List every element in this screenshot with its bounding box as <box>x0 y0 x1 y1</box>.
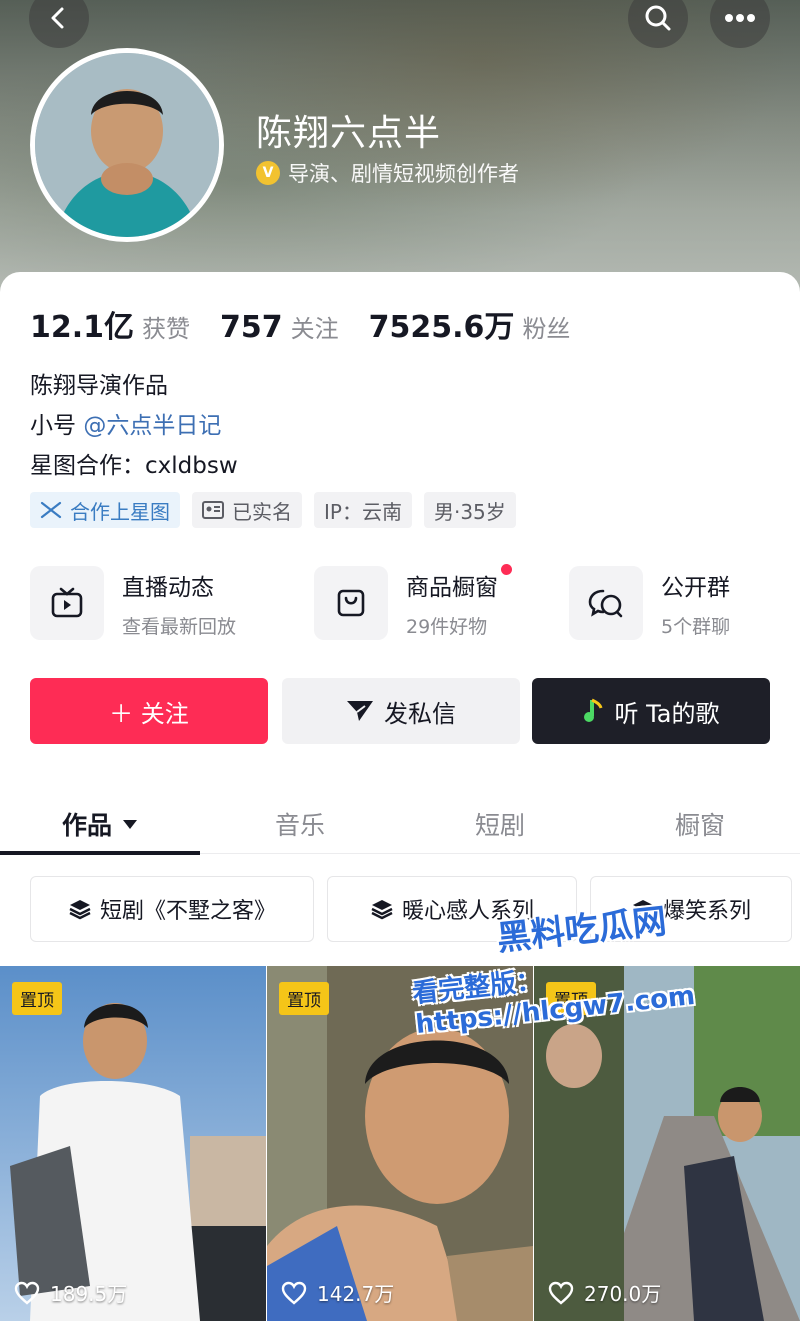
bio-line: 陈翔导演作品 <box>30 373 168 399</box>
tab-label: 短剧 <box>474 811 525 840</box>
feature-text: 直播动态 查看最新回放 <box>122 568 236 639</box>
collection-chip[interactable]: 短剧《不墅之客》 <box>30 876 314 942</box>
feature-title-text: 商品橱窗 <box>406 574 498 601</box>
video-grid: 置顶 189.5万 置顶 142.7万 置顶 270.0万 <box>0 966 800 1321</box>
tv-icon <box>51 587 83 618</box>
feature-subtitle: 29件好物 <box>406 615 488 638</box>
feature-title: 公开群 <box>661 574 730 601</box>
bio-line: 小号 @六点半日记 <box>30 406 238 446</box>
stat-label: 关注 <box>290 315 339 343</box>
follow-label: ＋ 关注 <box>109 699 189 728</box>
shopping-bag-icon <box>337 589 365 617</box>
stats-row: 12.1亿 获赞 757 关注 7525.6万 粉丝 <box>30 302 600 346</box>
music-note-icon <box>584 698 603 722</box>
pinned-badge: 置顶 <box>12 982 62 1015</box>
layers-icon <box>371 900 393 920</box>
tab-label: 音乐 <box>274 811 325 840</box>
follow-button[interactable]: ＋ 关注 <box>30 678 268 744</box>
music-label: 听 Ta的歌 <box>614 699 720 728</box>
feature-subtitle: 5个群聊 <box>661 615 731 638</box>
bio-account-link[interactable]: @六点半日记 <box>83 413 221 439</box>
chevron-left-icon <box>51 7 64 29</box>
caret-down-icon <box>123 820 137 829</box>
layers-icon <box>69 900 91 920</box>
stat-following[interactable]: 757 关注 <box>220 309 339 345</box>
feature-row: 直播动态 查看最新回放 商品橱窗 29件好物 公开群 5个群聊 <box>30 563 770 642</box>
avatar-image <box>35 53 219 237</box>
search-icon <box>645 5 671 31</box>
action-row: ＋ 关注 发私信 听 Ta的歌 <box>30 678 770 744</box>
tab-label: 作品 <box>61 811 112 840</box>
video-thumbnail[interactable]: 置顶 189.5万 <box>0 966 266 1321</box>
id-card-icon <box>202 501 224 519</box>
pinned-badge: 置顶 <box>279 982 329 1015</box>
heart-icon <box>14 1281 40 1305</box>
avatar[interactable] <box>30 48 224 242</box>
active-tab-indicator <box>0 851 200 855</box>
tab-label: 橱窗 <box>674 811 725 840</box>
tag-row: 合作上星图 已实名 IP：云南 男·35岁 <box>30 492 516 528</box>
feature-icon-box <box>314 566 388 640</box>
tag-star-map[interactable]: 合作上星图 <box>30 492 180 528</box>
stat-followers[interactable]: 7525.6万 粉丝 <box>369 302 571 346</box>
tab-music[interactable]: 音乐 <box>200 794 400 854</box>
stat-value: 12.1亿 <box>30 310 135 345</box>
feature-subtitle: 查看最新回放 <box>122 615 237 638</box>
message-button[interactable]: 发私信 <box>282 678 520 744</box>
feature-group[interactable]: 公开群 5个群聊 <box>569 566 730 640</box>
verified-label: 导演、剧情短视频创作者 <box>288 162 519 186</box>
stat-label: 粉丝 <box>522 315 571 343</box>
verified-line: V 导演、剧情短视频创作者 <box>256 158 519 188</box>
stat-likes: 12.1亿 获赞 <box>30 302 190 346</box>
tag-label: 已实名 <box>232 499 292 524</box>
likes-count: 142.7万 <box>317 1282 395 1306</box>
feature-text: 公开群 5个群聊 <box>661 568 730 639</box>
profile-sheet: 12.1亿 获赞 757 关注 7525.6万 粉丝 陈翔导演作品 小号 @六点… <box>0 272 800 1321</box>
chat-group-icon <box>588 589 623 618</box>
tag-label: IP：云南 <box>324 499 402 524</box>
tag-ip: IP：云南 <box>314 492 412 528</box>
star-map-icon <box>40 501 62 519</box>
heart-icon <box>548 1281 574 1305</box>
more-dots-icon <box>725 14 755 22</box>
tag-label: 男·35岁 <box>433 499 506 524</box>
video-cover-image <box>0 966 266 1321</box>
feature-live[interactable]: 直播动态 查看最新回放 <box>30 566 236 640</box>
feature-shop[interactable]: 商品橱窗 29件好物 <box>314 563 512 640</box>
feature-title: 直播动态 <box>122 574 214 601</box>
bio-prefix: 小号 <box>30 413 84 439</box>
tag-label: 合作上星图 <box>70 499 170 524</box>
video-likes: 142.7万 <box>281 1278 394 1307</box>
video-likes: 270.0万 <box>548 1278 661 1307</box>
tab-works[interactable]: 作品 <box>0 794 200 854</box>
content-tabs: 作品 音乐 短剧 橱窗 <box>0 794 800 855</box>
collection-label: 短剧《不墅之客》 <box>99 899 276 924</box>
feature-text: 商品橱窗 29件好物 <box>406 563 512 639</box>
message-label: 发私信 <box>384 699 456 728</box>
notification-dot <box>501 563 512 575</box>
verified-badge-icon: V <box>256 161 280 185</box>
likes-count: 189.5万 <box>50 1282 128 1306</box>
bio: 陈翔导演作品 小号 @六点半日记 星图合作：cxldbsw <box>30 366 238 486</box>
feature-icon-box <box>30 566 104 640</box>
listen-music-button[interactable]: 听 Ta的歌 <box>532 678 770 744</box>
tab-short-drama[interactable]: 短剧 <box>400 794 600 854</box>
video-likes: 189.5万 <box>14 1278 127 1307</box>
profile-name: 陈翔六点半 <box>256 113 442 154</box>
stat-value: 7525.6万 <box>368 310 515 345</box>
tab-showcase[interactable]: 橱窗 <box>600 794 800 854</box>
feature-title: 商品橱窗 <box>406 563 512 602</box>
stat-value: 757 <box>220 310 283 345</box>
send-icon <box>347 701 373 721</box>
heart-icon <box>281 1281 307 1305</box>
tag-verified: 已实名 <box>192 492 302 528</box>
stat-label: 获赞 <box>142 315 191 343</box>
likes-count: 270.0万 <box>584 1282 662 1306</box>
feature-icon-box <box>569 566 643 640</box>
tag-gender-age: 男·35岁 <box>423 492 516 528</box>
bio-line: 星图合作：cxldbsw <box>30 453 238 479</box>
